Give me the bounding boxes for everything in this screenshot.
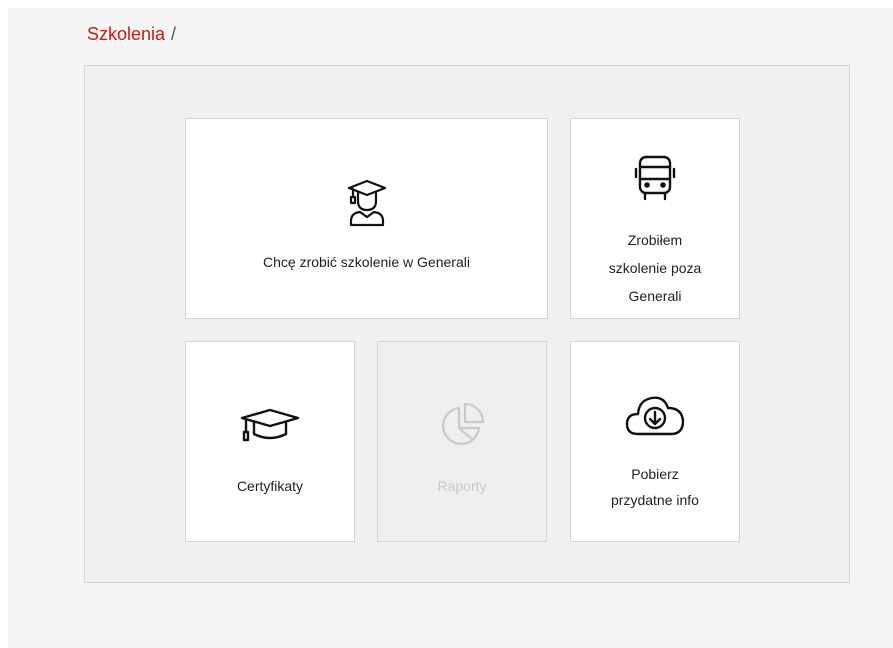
graduation-cap-icon xyxy=(240,408,300,446)
tile-label-line-2: przydatne info xyxy=(611,492,699,508)
tile-label-line-3: Generali xyxy=(628,288,682,304)
tile-label-line-2: szkolenie poza xyxy=(608,260,702,276)
breadcrumb-current[interactable]: Szkolenia xyxy=(87,24,165,44)
tile-pobierz-info[interactable]: Pobierz przydatne info xyxy=(570,341,740,542)
breadcrumb-separator: / xyxy=(171,24,177,44)
bus-icon xyxy=(633,155,677,203)
tile-zrobilem-szkolenie[interactable]: Zrobiłem szkolenie poza Generali xyxy=(570,118,740,319)
tile-label-line-1: Pobierz xyxy=(631,466,679,482)
cloud-download-icon xyxy=(624,392,686,438)
tile-chce-zrobic-szkolenie[interactable]: Chcę zrobić szkolenie w Generali xyxy=(185,118,548,319)
tile-label-line-1: Zrobiłem xyxy=(627,232,683,248)
student-graduate-icon xyxy=(345,179,389,227)
tile-label: Chcę zrobić szkolenie w Generali xyxy=(263,254,470,270)
pie-chart-icon xyxy=(439,402,485,448)
tile-label: Certyfikaty xyxy=(236,478,304,494)
breadcrumb: Szkolenia / xyxy=(87,22,176,46)
tile-certyfikaty[interactable]: Certyfikaty xyxy=(185,341,355,542)
tile-label: Raporty xyxy=(437,478,487,494)
tile-raporty: Raporty xyxy=(377,341,547,542)
tiles-panel: Chcę zrobić szkolenie w Generali Zrobiłe… xyxy=(84,65,850,583)
